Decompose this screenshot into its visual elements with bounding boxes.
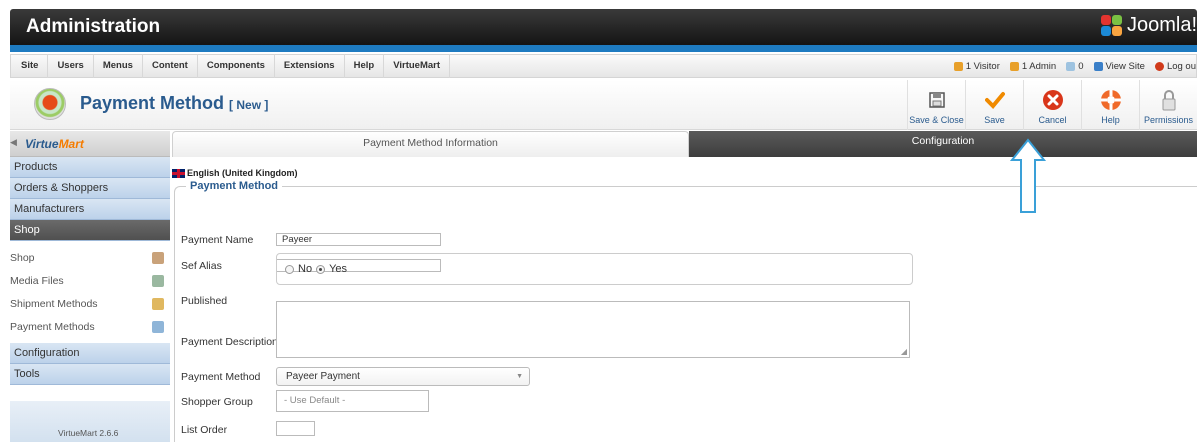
tab-configuration[interactable]: Configuration <box>689 131 1197 157</box>
shopper-group-select[interactable]: - Use Default - <box>276 390 429 412</box>
payment-name-label: Payment Name <box>181 234 254 246</box>
resize-grip-icon[interactable]: ◢ <box>901 347 907 356</box>
version-label: VirtueMart 2.6.6 <box>58 428 119 438</box>
joomla-brand[interactable]: Joomla! <box>1100 14 1197 37</box>
published-label: Published <box>181 295 228 307</box>
power-icon <box>1154 61 1164 71</box>
menu-help[interactable]: Help <box>345 54 385 78</box>
menu-components[interactable]: Components <box>198 54 275 78</box>
admins-status[interactable]: 1 Admin <box>1009 61 1056 72</box>
admin-header: Administration Joomla! <box>10 9 1197 45</box>
published-no-radio[interactable] <box>285 264 294 274</box>
menu-users[interactable]: Users <box>48 54 94 78</box>
list-order-input[interactable] <box>276 421 315 436</box>
save-icon <box>925 88 949 112</box>
page-title: Payment Method [ New ] <box>80 93 269 113</box>
sef-alias-label: Sef Alias <box>181 260 222 272</box>
sidebar-item-configuration[interactable]: Configuration <box>10 343 170 364</box>
sidebar-item-manufacturers[interactable]: Manufacturers <box>10 199 170 220</box>
uk-flag-icon <box>172 168 185 178</box>
published-no-label: No <box>298 263 313 275</box>
cancel-button[interactable]: Cancel <box>1023 80 1081 130</box>
payment-icon <box>152 321 164 333</box>
view-site-link[interactable]: View Site <box>1093 61 1145 72</box>
permissions-button[interactable]: Permissions <box>1139 80 1197 130</box>
lock-icon <box>1157 88 1181 112</box>
published-radio-group: No Yes <box>276 253 913 285</box>
users-icon <box>953 61 963 71</box>
virtuemart-sidebar: ◀ VirtueMart Products Orders & Shoppers … <box>10 131 170 442</box>
virtuemart-logo-text: VirtueMart <box>25 137 84 151</box>
payment-description-textarea[interactable]: ◢ <box>276 301 910 358</box>
collapse-arrow-icon[interactable]: ◀ <box>10 137 17 148</box>
page-toolbar: Payment Method [ New ] Save & Close Save… <box>10 80 1197 130</box>
fieldset-legend: Payment Method <box>186 180 283 192</box>
menu-virtuemart[interactable]: VirtueMart <box>384 54 450 78</box>
virtuemart-logo: ◀ VirtueMart <box>10 131 170 157</box>
annotation-arrow-icon <box>1008 138 1048 217</box>
sidebar-item-shop[interactable]: Shop <box>10 220 170 241</box>
chevron-down-icon: ▼ <box>516 373 523 380</box>
messages-status[interactable]: 0 <box>1066 61 1084 72</box>
sidebar-subitem-media-files[interactable]: Media Files <box>10 270 170 293</box>
sidebar-subitem-payment-methods[interactable]: Payment Methods <box>10 316 170 339</box>
sidebar-nav: Products Orders & Shoppers Manufacturers… <box>10 157 170 385</box>
menu-menus[interactable]: Menus <box>94 54 143 78</box>
payment-name-input[interactable]: Payeer <box>276 233 441 246</box>
published-yes-radio[interactable] <box>316 264 326 274</box>
truck-icon <box>152 298 164 310</box>
header-accent-bar <box>10 45 1197 52</box>
payment-method-label: Payment Method <box>181 371 261 383</box>
menu-extensions[interactable]: Extensions <box>275 54 345 78</box>
payment-description-label: Payment Description <box>181 336 278 348</box>
media-icon <box>152 275 164 287</box>
sidebar-subitem-shop[interactable]: Shop <box>10 247 170 270</box>
payment-method-select[interactable]: Payeer Payment ▼ <box>276 367 530 386</box>
menu-site[interactable]: Site <box>11 54 49 78</box>
visitors-status[interactable]: 1 Visitor <box>953 61 1000 72</box>
logout-link[interactable]: Log ou <box>1154 61 1196 72</box>
sidebar-footer: VirtueMart 2.6.6 <box>10 401 170 442</box>
language-indicator: English (United Kingdom) <box>172 168 298 178</box>
published-yes-label: Yes <box>329 263 348 275</box>
check-icon <box>983 88 1007 112</box>
cancel-icon <box>1041 88 1065 112</box>
admin-title: Administration <box>26 16 161 37</box>
page-subtitle: [ New ] <box>229 98 269 112</box>
shop-submenu: Shop Media Files Shipment Methods Paymen… <box>10 241 170 343</box>
save-button[interactable]: Save <box>965 80 1023 130</box>
sidebar-subitem-shipment-methods[interactable]: Shipment Methods <box>10 293 170 316</box>
shopper-group-label: Shopper Group <box>181 396 253 408</box>
tab-payment-method-information[interactable]: Payment Method Information <box>172 131 689 157</box>
status-bar: 1 Visitor 1 Admin 0 View Site Log ou <box>953 55 1196 77</box>
payment-method-icon <box>34 88 66 120</box>
help-icon <box>1099 88 1123 112</box>
sidebar-item-products[interactable]: Products <box>10 157 170 178</box>
list-order-label: List Order <box>181 424 228 436</box>
main-menu: Site Users Menus Content Components Exte… <box>10 54 1197 78</box>
sidebar-item-tools[interactable]: Tools <box>10 364 170 385</box>
joomla-brand-text: Joomla! <box>1126 14 1197 36</box>
save-close-button[interactable]: Save & Close <box>907 80 965 130</box>
joomla-logo-icon <box>1100 14 1123 37</box>
shop-icon <box>152 252 164 264</box>
monitor-icon <box>1093 61 1103 71</box>
menu-content[interactable]: Content <box>143 54 198 78</box>
mail-icon <box>1066 61 1076 71</box>
toolbar-buttons: Save & Close Save Cancel Help Permission… <box>907 80 1197 130</box>
admin-users-icon <box>1009 61 1019 71</box>
help-button[interactable]: Help <box>1081 80 1139 130</box>
sidebar-item-orders-shoppers[interactable]: Orders & Shoppers <box>10 178 170 199</box>
